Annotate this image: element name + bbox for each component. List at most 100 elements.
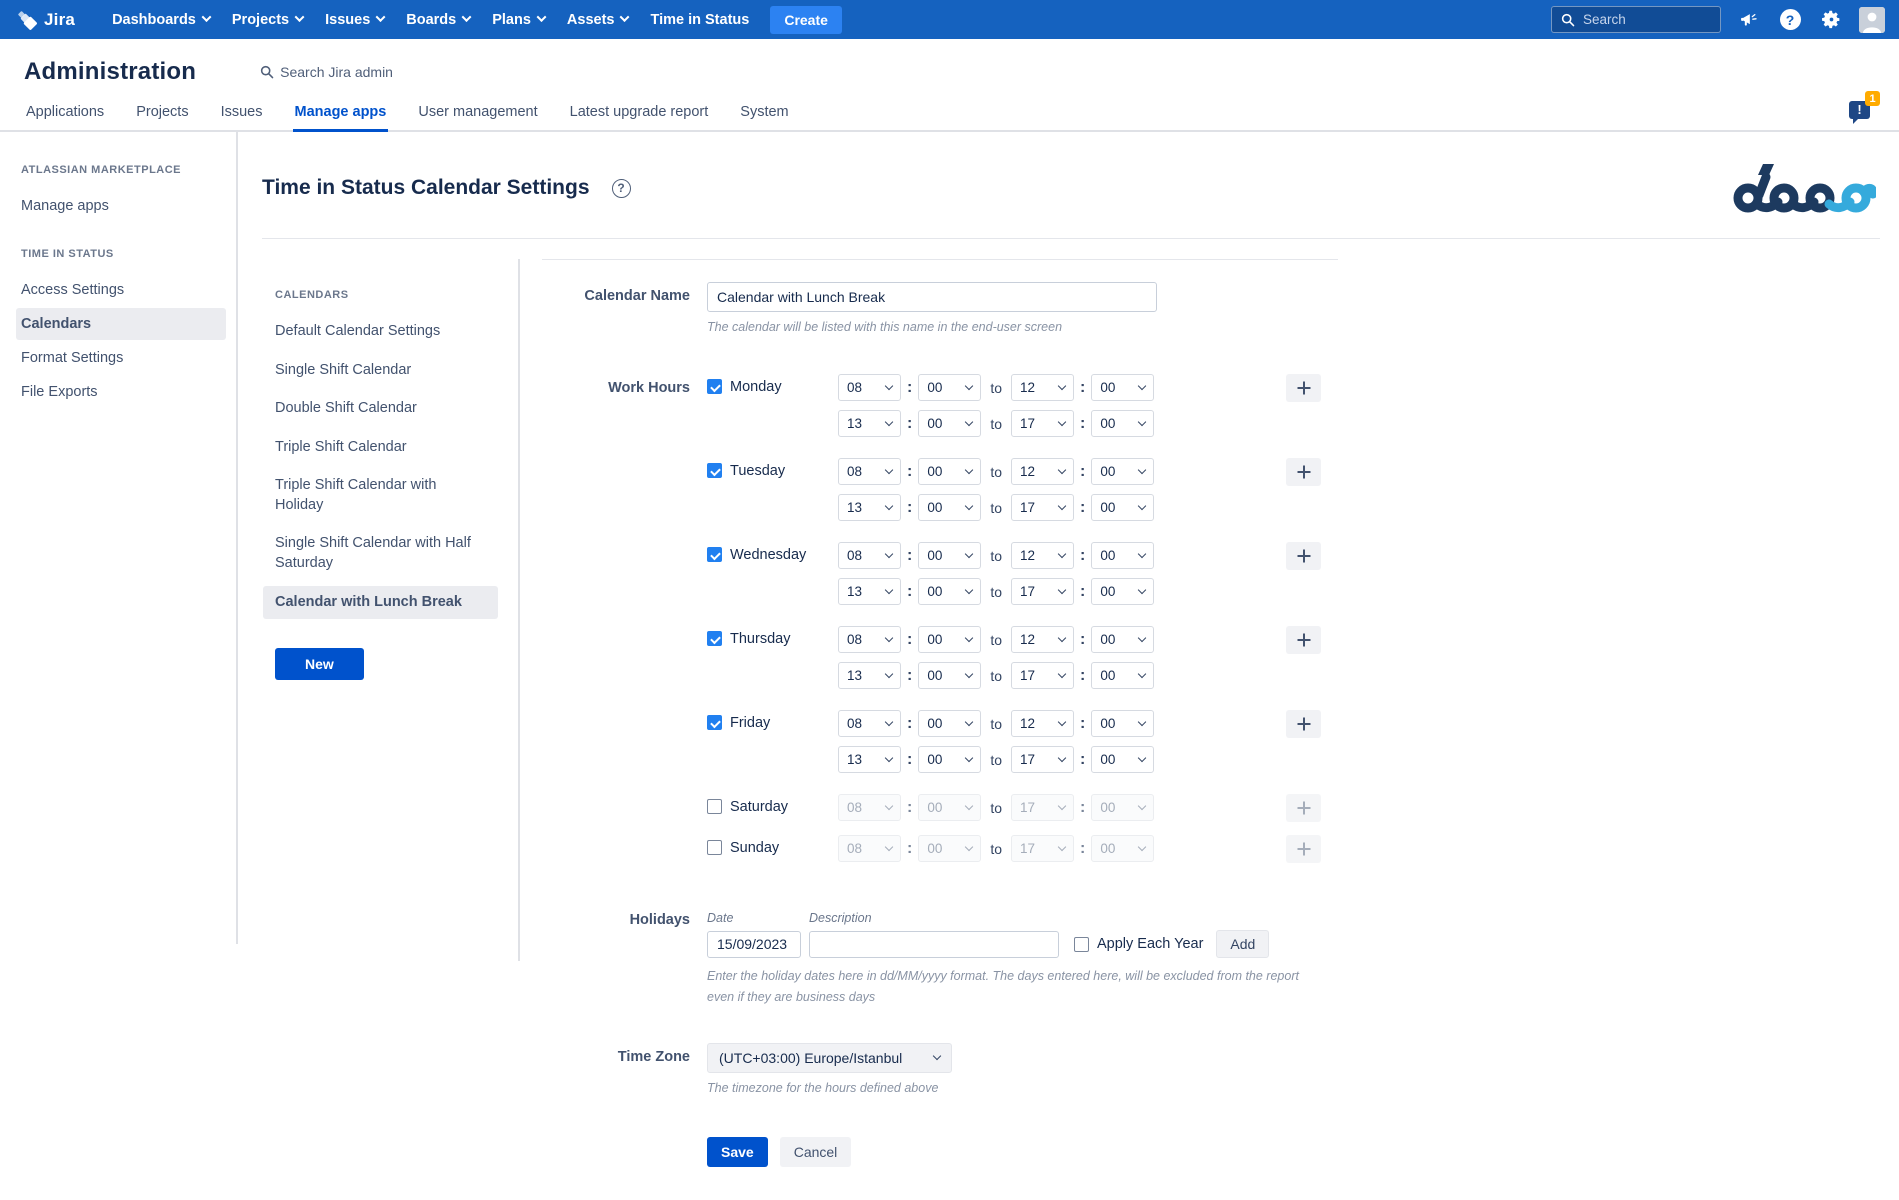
to-minute-select[interactable]: 00 xyxy=(1091,662,1154,689)
to-minute-select[interactable]: 00 xyxy=(1091,494,1154,521)
from-hour-select[interactable]: 13 xyxy=(838,494,901,521)
new-calendar-button[interactable]: New xyxy=(275,648,364,680)
tab-user-management[interactable]: User management xyxy=(416,96,539,132)
from-hour-select[interactable]: 13 xyxy=(838,746,901,773)
to-hour-select[interactable]: 12 xyxy=(1011,626,1074,653)
page-help-icon[interactable] xyxy=(612,179,631,198)
nav-item-projects[interactable]: Projects xyxy=(221,0,314,39)
to-minute-select[interactable]: 00 xyxy=(1091,710,1154,737)
from-hour-select[interactable]: 08 xyxy=(838,458,901,485)
tab-projects[interactable]: Projects xyxy=(134,96,190,132)
add-time-range-button-friday[interactable] xyxy=(1286,710,1321,738)
calendar-item-default-calendar-settings[interactable]: Default Calendar Settings xyxy=(263,315,498,349)
tab-applications[interactable]: Applications xyxy=(24,96,106,132)
day-checkbox-thursday[interactable] xyxy=(707,631,722,646)
sidebar-item-access-settings[interactable]: Access Settings xyxy=(16,274,226,306)
nav-item-assets[interactable]: Assets xyxy=(556,0,640,39)
from-minute-select[interactable]: 00 xyxy=(918,494,981,521)
holiday-date-input[interactable] xyxy=(707,931,801,958)
add-time-range-button-wednesday[interactable] xyxy=(1286,542,1321,570)
to-hour-select[interactable]: 17 xyxy=(1011,794,1074,821)
from-minute-select[interactable]: 00 xyxy=(918,578,981,605)
tab-issues[interactable]: Issues xyxy=(219,96,265,132)
from-minute-select[interactable]: 00 xyxy=(918,835,981,862)
day-checkbox-friday[interactable] xyxy=(707,715,722,730)
from-minute-select[interactable]: 00 xyxy=(918,710,981,737)
calendar-item-single-shift-calendar-with-half-saturday[interactable]: Single Shift Calendar with Half Saturday xyxy=(263,527,498,580)
to-minute-select[interactable]: 00 xyxy=(1091,626,1154,653)
to-minute-select[interactable]: 00 xyxy=(1091,746,1154,773)
create-button[interactable]: Create xyxy=(770,6,842,34)
add-time-range-button-monday[interactable] xyxy=(1286,374,1321,402)
to-minute-select[interactable]: 00 xyxy=(1091,542,1154,569)
sidebar-item-format-settings[interactable]: Format Settings xyxy=(16,342,226,374)
from-minute-select[interactable]: 00 xyxy=(918,626,981,653)
calendar-item-double-shift-calendar[interactable]: Double Shift Calendar xyxy=(263,392,498,426)
to-minute-select[interactable]: 00 xyxy=(1091,410,1154,437)
to-minute-select[interactable]: 00 xyxy=(1091,578,1154,605)
from-hour-select[interactable]: 13 xyxy=(838,578,901,605)
help-icon[interactable] xyxy=(1777,7,1803,33)
calendar-item-single-shift-calendar[interactable]: Single Shift Calendar xyxy=(263,354,498,388)
day-checkbox-sunday[interactable] xyxy=(707,840,722,855)
nav-item-plans[interactable]: Plans xyxy=(481,0,556,39)
from-hour-select[interactable]: 08 xyxy=(838,374,901,401)
tab-latest-upgrade-report[interactable]: Latest upgrade report xyxy=(568,96,711,132)
nav-item-issues[interactable]: Issues xyxy=(314,0,395,39)
from-hour-select[interactable]: 08 xyxy=(838,794,901,821)
timezone-select[interactable]: (UTC+03:00) Europe/Istanbul xyxy=(707,1043,952,1073)
from-minute-select[interactable]: 00 xyxy=(918,542,981,569)
day-checkbox-wednesday[interactable] xyxy=(707,547,722,562)
cancel-button[interactable]: Cancel xyxy=(780,1137,852,1167)
from-hour-select[interactable]: 08 xyxy=(838,710,901,737)
to-hour-select[interactable]: 17 xyxy=(1011,410,1074,437)
to-hour-select[interactable]: 12 xyxy=(1011,374,1074,401)
admin-search-link[interactable]: Search Jira admin xyxy=(260,64,393,80)
megaphone-icon[interactable] xyxy=(1736,7,1762,33)
notification-flag[interactable]: 1 xyxy=(1843,91,1883,131)
add-time-range-button-thursday[interactable] xyxy=(1286,626,1321,654)
from-hour-select[interactable]: 13 xyxy=(838,662,901,689)
calendar-item-calendar-with-lunch-break[interactable]: Calendar with Lunch Break xyxy=(263,586,498,620)
nav-search-box[interactable] xyxy=(1551,6,1721,33)
jira-brand[interactable]: Jira xyxy=(16,9,75,31)
to-minute-select[interactable]: 00 xyxy=(1091,458,1154,485)
tab-manage-apps[interactable]: Manage apps xyxy=(293,96,389,132)
to-hour-select[interactable]: 12 xyxy=(1011,458,1074,485)
day-checkbox-tuesday[interactable] xyxy=(707,463,722,478)
to-hour-select[interactable]: 17 xyxy=(1011,835,1074,862)
to-hour-select[interactable]: 17 xyxy=(1011,494,1074,521)
add-time-range-button-tuesday[interactable] xyxy=(1286,458,1321,486)
from-hour-select[interactable]: 08 xyxy=(838,542,901,569)
from-minute-select[interactable]: 00 xyxy=(918,662,981,689)
nav-item-boards[interactable]: Boards xyxy=(395,0,481,39)
gear-icon[interactable] xyxy=(1818,7,1844,33)
nav-item-time-in-status[interactable]: Time in Status xyxy=(639,0,760,39)
nav-search-input[interactable] xyxy=(1583,12,1703,27)
sidebar-item-manage-apps[interactable]: Manage apps xyxy=(16,190,226,222)
from-hour-select[interactable]: 08 xyxy=(838,835,901,862)
from-minute-select[interactable]: 00 xyxy=(918,458,981,485)
to-hour-select[interactable]: 12 xyxy=(1011,710,1074,737)
avatar[interactable] xyxy=(1859,7,1885,33)
to-hour-select[interactable]: 17 xyxy=(1011,578,1074,605)
from-minute-select[interactable]: 00 xyxy=(918,746,981,773)
day-checkbox-monday[interactable] xyxy=(707,379,722,394)
to-minute-select[interactable]: 00 xyxy=(1091,835,1154,862)
nav-item-dashboards[interactable]: Dashboards xyxy=(101,0,221,39)
from-hour-select[interactable]: 08 xyxy=(838,626,901,653)
from-hour-select[interactable]: 13 xyxy=(838,410,901,437)
save-button[interactable]: Save xyxy=(707,1137,768,1167)
to-hour-select[interactable]: 17 xyxy=(1011,662,1074,689)
from-minute-select[interactable]: 00 xyxy=(918,410,981,437)
holiday-description-input[interactable] xyxy=(809,931,1059,958)
to-minute-select[interactable]: 00 xyxy=(1091,794,1154,821)
sidebar-item-calendars[interactable]: Calendars xyxy=(16,308,226,340)
to-minute-select[interactable]: 00 xyxy=(1091,374,1154,401)
add-holiday-button[interactable]: Add xyxy=(1216,930,1269,958)
from-minute-select[interactable]: 00 xyxy=(918,794,981,821)
calendar-item-triple-shift-calendar[interactable]: Triple Shift Calendar xyxy=(263,431,498,465)
tab-system[interactable]: System xyxy=(738,96,790,132)
calendar-name-input[interactable] xyxy=(707,282,1157,312)
to-hour-select[interactable]: 12 xyxy=(1011,542,1074,569)
